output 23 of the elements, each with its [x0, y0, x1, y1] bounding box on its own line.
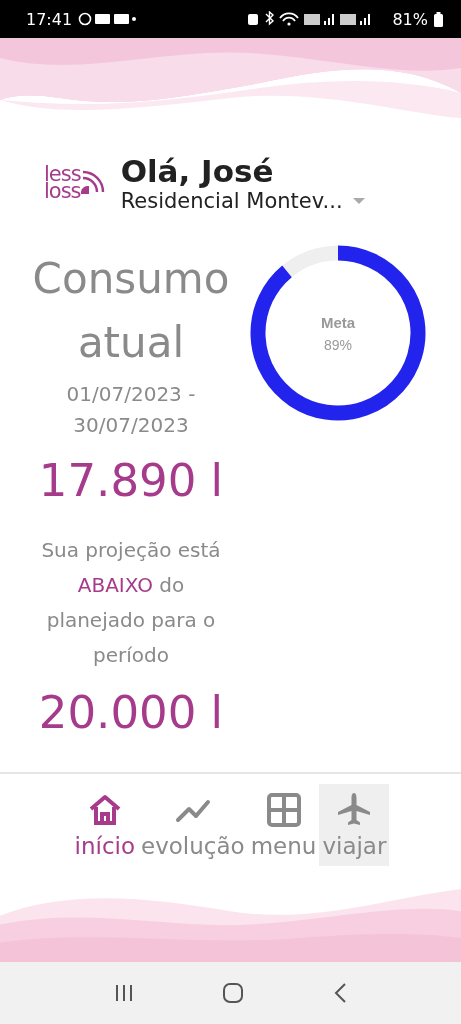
period-text: 01/07/2023 - 30/07/2023 — [65, 381, 197, 439]
planned-value: 20.000 l — [38, 685, 224, 741]
battery-icon — [434, 11, 443, 27]
logo: less loss — [44, 165, 107, 200]
clock: 17:41 — [26, 9, 73, 29]
back-icon[interactable] — [332, 982, 347, 1004]
nav-tab[interactable]: evolução — [138, 784, 248, 866]
nav-tab[interactable]: viajar — [319, 784, 390, 866]
nav-tab[interactable]: início — [71, 784, 139, 866]
greeting: Olá, José — [120, 152, 275, 189]
nav-tab[interactable]: menu — [247, 784, 320, 866]
projection-text: Sua projeção está ABAIXO do planejado para o período — [40, 537, 222, 669]
location-dropdown[interactable]: Residencial Montev... — [120, 188, 365, 213]
consumption-value: 17.890 l — [38, 453, 224, 509]
goal-percentage: 89% — [324, 336, 352, 353]
goal-label: Meta — [320, 313, 356, 331]
airplane-icon — [336, 792, 373, 828]
home-button-icon[interactable] — [222, 982, 245, 1004]
status-icons — [78, 12, 137, 26]
section-title: Consumo atual — [31, 253, 231, 369]
recent-apps-icon[interactable] — [114, 983, 135, 1003]
battery-level: 81% — [392, 9, 428, 29]
grid-icon — [265, 792, 302, 828]
